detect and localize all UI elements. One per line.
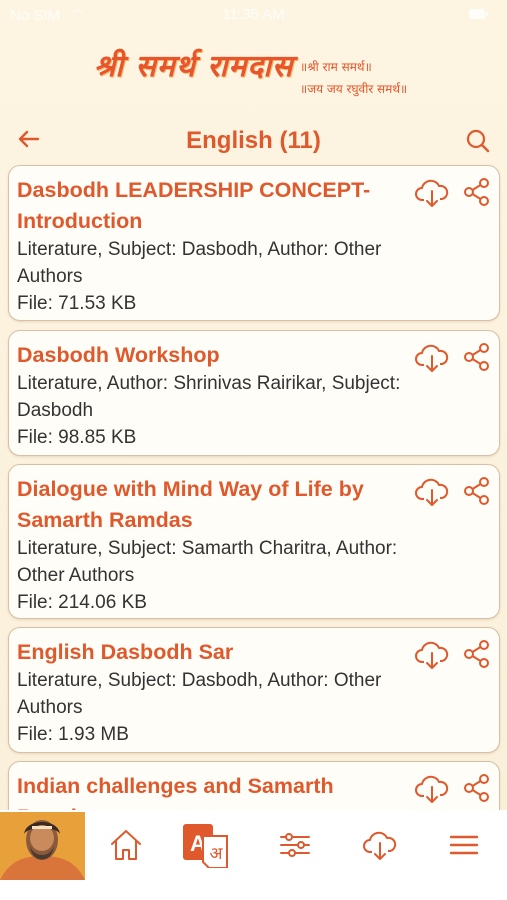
item-meta: Literature, Subject: Dasbodh, Author: Ot… bbox=[17, 239, 382, 287]
search-icon[interactable] bbox=[463, 126, 493, 156]
share-icon[interactable] bbox=[462, 342, 492, 372]
battery-icon bbox=[469, 9, 488, 19]
logo-subtitle-2: ॥जय जय रघुवीर समर्थ॥ bbox=[300, 82, 408, 96]
share-icon[interactable] bbox=[462, 773, 492, 803]
document-list: Dasbodh LEADERSHIP CONCEPT- Introduction… bbox=[0, 164, 507, 810]
clock: 11:35 AM bbox=[222, 6, 285, 23]
page-title: English (11) bbox=[186, 127, 321, 154]
list-item[interactable]: English Dasbodh Sar Literature, Subject:… bbox=[8, 627, 500, 753]
download-cloud-icon[interactable] bbox=[360, 825, 400, 865]
status-bar: No SIM ◠ 11:35 AM bbox=[0, 0, 507, 30]
item-title[interactable]: Dasbodh Workshop bbox=[17, 340, 407, 371]
list-item[interactable]: Indian challenges and Samarth Ramdas bbox=[8, 761, 500, 810]
item-title[interactable]: Indian challenges and Samarth Ramdas bbox=[17, 771, 407, 810]
avatar[interactable] bbox=[0, 812, 85, 880]
item-file-size: File: 1.93 MB bbox=[17, 724, 129, 745]
item-title[interactable]: English Dasbodh Sar bbox=[17, 637, 407, 668]
app-screen: No SIM ◠ 11:35 AM श्री समर्थ रामदास ॥श्र… bbox=[0, 0, 507, 900]
logo-subtitle-1: ॥श्री राम समर्थ॥ bbox=[300, 60, 372, 74]
menu-icon[interactable] bbox=[444, 825, 484, 865]
list-item[interactable]: Dasbodh Workshop Literature, Author: Shr… bbox=[8, 330, 500, 456]
logo-main-text: श्री समर्थ रामदास bbox=[94, 49, 294, 84]
language-icon[interactable]: A अ bbox=[183, 824, 229, 868]
share-icon[interactable] bbox=[462, 639, 492, 669]
download-cloud-icon[interactable] bbox=[414, 771, 450, 807]
download-cloud-icon[interactable] bbox=[414, 474, 450, 510]
item-file-size: File: 98.85 KB bbox=[17, 427, 137, 448]
item-meta: Literature, Subject: Samarth Charitra, A… bbox=[17, 538, 398, 586]
page-header: English (11) bbox=[0, 118, 507, 164]
item-title[interactable]: Dialogue with Mind Way of Life by Samart… bbox=[17, 474, 407, 536]
item-meta: Literature, Subject: Dasbodh, Author: Ot… bbox=[17, 670, 382, 718]
download-cloud-icon[interactable] bbox=[414, 175, 450, 211]
share-icon[interactable] bbox=[462, 177, 492, 207]
download-cloud-icon[interactable] bbox=[414, 340, 450, 376]
list-item[interactable]: Dialogue with Mind Way of Life by Samart… bbox=[8, 464, 500, 619]
item-title[interactable]: Dasbodh LEADERSHIP CONCEPT- Introduction bbox=[17, 175, 407, 237]
share-icon[interactable] bbox=[462, 476, 492, 506]
svg-text:अ: अ bbox=[210, 844, 224, 864]
app-logo: श्री समर्थ रामदास ॥श्री राम समर्थ॥ ॥जय ज… bbox=[92, 38, 422, 106]
item-file-size: File: 214.06 KB bbox=[17, 592, 147, 613]
list-item[interactable]: Dasbodh LEADERSHIP CONCEPT- Introduction… bbox=[8, 165, 500, 321]
filter-sliders-icon[interactable] bbox=[275, 825, 315, 865]
download-cloud-icon[interactable] bbox=[414, 637, 450, 673]
item-meta: Literature, Author: Shrinivas Rairikar, … bbox=[17, 373, 401, 421]
home-icon[interactable] bbox=[106, 825, 146, 865]
item-file-size: File: 71.53 KB bbox=[17, 293, 137, 314]
